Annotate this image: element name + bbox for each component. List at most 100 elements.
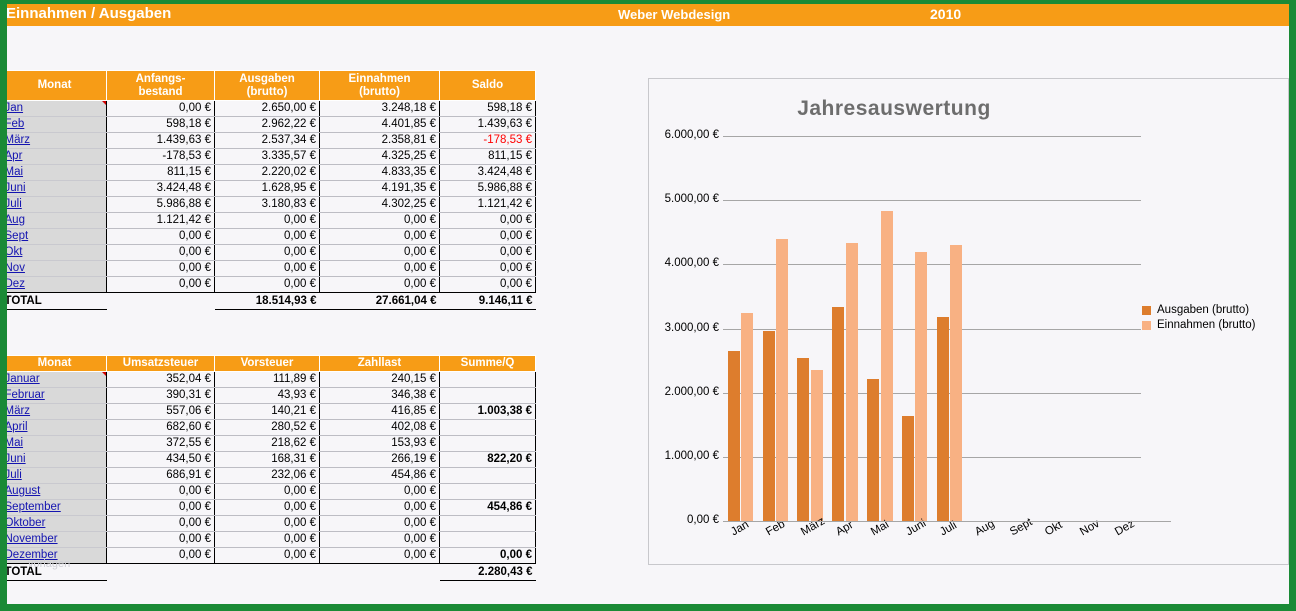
cell-einnahmen[interactable]: 4.401,85 € (320, 117, 440, 133)
cell-vorsteuer[interactable]: 280,52 € (215, 420, 320, 436)
cell-umsatzsteuer[interactable]: 557,06 € (107, 404, 215, 420)
month-link-oktober[interactable]: Oktober (3, 516, 107, 532)
cell-ausgaben[interactable]: 0,00 € (215, 229, 320, 245)
cell-summe-q[interactable] (440, 388, 536, 404)
cell-einnahmen[interactable]: 4.325,25 € (320, 149, 440, 165)
cell-einnahmen[interactable]: 4.191,35 € (320, 181, 440, 197)
cell-vorsteuer[interactable]: 0,00 € (215, 516, 320, 532)
cell-summe-q[interactable]: 822,20 € (440, 452, 536, 468)
cell-saldo[interactable]: 0,00 € (440, 213, 536, 229)
cell-zahllast[interactable]: 346,38 € (320, 388, 440, 404)
cell-ausgaben[interactable]: 0,00 € (215, 261, 320, 277)
month-link-dez[interactable]: Dez (3, 277, 107, 293)
cell-ausgaben[interactable]: 2.962,22 € (215, 117, 320, 133)
cell-summe-q[interactable] (440, 484, 536, 500)
cell-einnahmen[interactable]: 4.302,25 € (320, 197, 440, 213)
col-header-zahllast[interactable]: Zahllast (320, 356, 440, 372)
cell-summe-q[interactable]: 454,86 € (440, 500, 536, 516)
cell-vorsteuer[interactable]: 218,62 € (215, 436, 320, 452)
cell-einnahmen[interactable]: 0,00 € (320, 229, 440, 245)
month-link-apr[interactable]: Apr (3, 149, 107, 165)
cell-einnahmen[interactable]: 0,00 € (320, 245, 440, 261)
cell-zahllast[interactable]: 454,86 € (320, 468, 440, 484)
cell-vorsteuer[interactable]: 0,00 € (215, 484, 320, 500)
col-header-monat-tax[interactable]: Monat (3, 356, 107, 372)
cell-anfangsbestand[interactable]: 0,00 € (107, 229, 215, 245)
month-link-september[interactable]: September (3, 500, 107, 516)
cell-anfangsbestand[interactable]: 1.121,42 € (107, 213, 215, 229)
col-header-monat[interactable]: Monat (3, 71, 107, 101)
month-link-april[interactable]: April (3, 420, 107, 436)
cell-ausgaben[interactable]: 2.537,34 € (215, 133, 320, 149)
cell-ausgaben[interactable]: 0,00 € (215, 245, 320, 261)
month-link-februar[interactable]: Februar (3, 388, 107, 404)
cell-umsatzsteuer[interactable]: 0,00 € (107, 532, 215, 548)
cell-anfangsbestand[interactable]: 0,00 € (107, 245, 215, 261)
cell-anfangsbestand[interactable]: 0,00 € (107, 101, 215, 117)
cell-vorsteuer[interactable]: 0,00 € (215, 500, 320, 516)
cell-summe-q[interactable] (440, 420, 536, 436)
cell-einnahmen[interactable]: 2.358,81 € (320, 133, 440, 149)
cell-zahllast[interactable]: 0,00 € (320, 532, 440, 548)
cell-saldo[interactable]: 598,18 € (440, 101, 536, 117)
cell-summe-q[interactable] (440, 532, 536, 548)
cell-saldo[interactable]: 1.121,42 € (440, 197, 536, 213)
month-link-juli[interactable]: Juli (3, 197, 107, 213)
month-link-märz[interactable]: März (3, 404, 107, 420)
cell-umsatzsteuer[interactable]: 352,04 € (107, 372, 215, 388)
cell-zahllast[interactable]: 240,15 € (320, 372, 440, 388)
cell-summe-q[interactable] (440, 516, 536, 532)
cell-vorsteuer[interactable]: 232,06 € (215, 468, 320, 484)
cell-einnahmen[interactable]: 0,00 € (320, 261, 440, 277)
cell-saldo[interactable]: 0,00 € (440, 261, 536, 277)
cell-summe-q[interactable]: 1.003,38 € (440, 404, 536, 420)
cell-vorsteuer[interactable]: 0,00 € (215, 548, 320, 564)
cell-umsatzsteuer[interactable]: 0,00 € (107, 548, 215, 564)
cell-anfangsbestand[interactable]: -178,53 € (107, 149, 215, 165)
cell-zahllast[interactable]: 0,00 € (320, 484, 440, 500)
col-header-anfangsbestand[interactable]: Anfangs- bestand (107, 71, 215, 101)
cell-saldo[interactable]: 5.986,88 € (440, 181, 536, 197)
col-header-saldo[interactable]: Saldo (440, 71, 536, 101)
cell-umsatzsteuer[interactable]: 0,00 € (107, 516, 215, 532)
cell-saldo[interactable]: 1.439,63 € (440, 117, 536, 133)
cell-umsatzsteuer[interactable]: 390,31 € (107, 388, 215, 404)
month-link-august[interactable]: August (3, 484, 107, 500)
cell-ausgaben[interactable]: 0,00 € (215, 213, 320, 229)
cell-saldo[interactable]: 811,15 € (440, 149, 536, 165)
cell-umsatzsteuer[interactable]: 0,00 € (107, 484, 215, 500)
cell-saldo[interactable]: -178,53 € (440, 133, 536, 149)
cell-summe-q[interactable] (440, 436, 536, 452)
cell-anfangsbestand[interactable]: 0,00 € (107, 261, 215, 277)
cell-ausgaben[interactable]: 0,00 € (215, 277, 320, 293)
cell-summe-q[interactable]: 0,00 € (440, 548, 536, 564)
cell-summe-q[interactable] (440, 372, 536, 388)
cell-saldo[interactable]: 0,00 € (440, 277, 536, 293)
cell-anfangsbestand[interactable]: 5.986,88 € (107, 197, 215, 213)
month-link-juni[interactable]: Juni (3, 452, 107, 468)
cell-einnahmen[interactable]: 4.833,35 € (320, 165, 440, 181)
cell-saldo[interactable]: 0,00 € (440, 245, 536, 261)
cell-einnahmen[interactable]: 0,00 € (320, 277, 440, 293)
month-link-aug[interactable]: Aug (3, 213, 107, 229)
cell-ausgaben[interactable]: 3.335,57 € (215, 149, 320, 165)
cell-zahllast[interactable]: 402,08 € (320, 420, 440, 436)
cell-umsatzsteuer[interactable]: 682,60 € (107, 420, 215, 436)
cell-anfangsbestand[interactable]: 0,00 € (107, 277, 215, 293)
cell-zahllast[interactable]: 0,00 € (320, 548, 440, 564)
cell-zahllast[interactable]: 153,93 € (320, 436, 440, 452)
cell-vorsteuer[interactable]: 0,00 € (215, 532, 320, 548)
col-header-umsatzsteuer[interactable]: Umsatzsteuer (107, 356, 215, 372)
month-link-januar[interactable]: Januar (3, 372, 107, 388)
col-header-summeq[interactable]: Summe/Q (440, 356, 536, 372)
cell-ausgaben[interactable]: 2.220,02 € (215, 165, 320, 181)
cell-anfangsbestand[interactable]: 3.424,48 € (107, 181, 215, 197)
cell-ausgaben[interactable]: 1.628,95 € (215, 181, 320, 197)
cell-umsatzsteuer[interactable]: 0,00 € (107, 500, 215, 516)
cell-zahllast[interactable]: 266,19 € (320, 452, 440, 468)
cell-vorsteuer[interactable]: 43,93 € (215, 388, 320, 404)
cell-vorsteuer[interactable]: 168,31 € (215, 452, 320, 468)
cell-vorsteuer[interactable]: 111,89 € (215, 372, 320, 388)
month-link-mai[interactable]: Mai (3, 436, 107, 452)
cell-zahllast[interactable]: 0,00 € (320, 516, 440, 532)
